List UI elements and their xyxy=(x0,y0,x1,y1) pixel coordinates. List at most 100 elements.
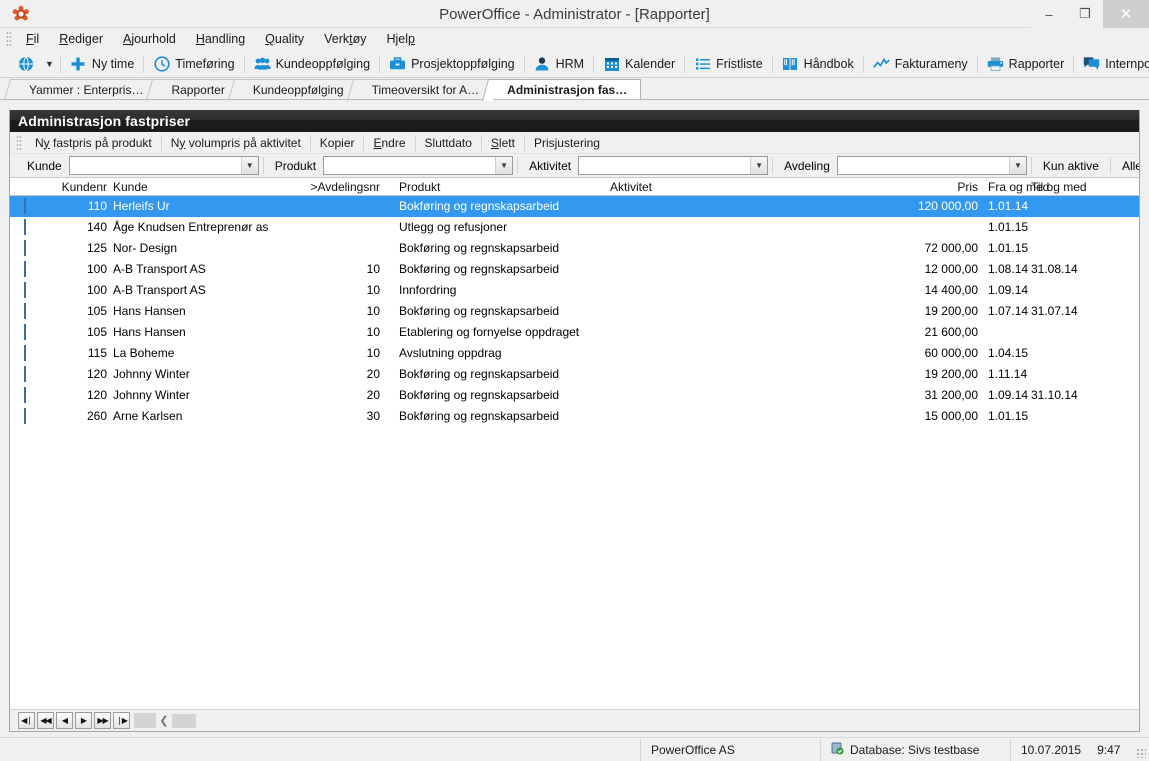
minimize-button[interactable]: – xyxy=(1031,0,1067,28)
filter-value-kunde[interactable] xyxy=(70,157,241,174)
chevron-down-icon[interactable]: ▼ xyxy=(495,157,513,174)
menu-handling[interactable]: Handling xyxy=(186,30,255,48)
horizontal-scroll-thumb[interactable] xyxy=(172,713,196,728)
filter-value-avdeling[interactable] xyxy=(838,157,1009,174)
menu-rediger[interactable]: Rediger xyxy=(49,30,113,48)
toolbar-separator xyxy=(684,54,686,73)
first-record-button[interactable]: ◀❘ xyxy=(18,712,35,729)
toolbar-button-hrm[interactable]: HRM xyxy=(527,52,591,76)
filter-value-produkt[interactable] xyxy=(324,157,495,174)
filter-combo-aktivitet[interactable]: ▼ xyxy=(578,156,769,175)
resize-grip-icon[interactable] xyxy=(1136,748,1146,758)
cell-avdelingsnr: 30 xyxy=(366,409,380,423)
table-row[interactable]: 115 La Boheme 10 Avslutning oppdrag 60 000,0… xyxy=(10,343,1139,364)
cell-kundenr: 140 xyxy=(86,220,107,234)
close-button[interactable]: ✕ xyxy=(1103,0,1149,28)
action-ny-fastpris-p-produkt[interactable]: Ny fastpris på produkt xyxy=(26,134,161,152)
segment-alle[interactable]: Alle xyxy=(1115,157,1139,175)
table-row[interactable]: 120 Johnny Winter 20 Bokføring og regnskaps… xyxy=(10,364,1139,385)
cell-produkt: Avslutning oppdrag xyxy=(399,346,502,360)
action-ny-volumpris-p-aktivitet[interactable]: Ny volumpris på aktivitet xyxy=(162,134,310,152)
table-row[interactable]: 105 Hans Hansen 10 Etablering og fornyelse … xyxy=(10,322,1139,343)
toolbar-button-globe[interactable] xyxy=(10,52,41,76)
column-header-kundenr[interactable]: Kundenr xyxy=(10,180,107,194)
filter-value-aktivitet[interactable] xyxy=(579,157,750,174)
cell-avdelingsnr: 20 xyxy=(366,367,380,381)
tab-label: Rapporter xyxy=(171,82,225,97)
toolbar-button-fristliste[interactable]: Fristliste xyxy=(687,52,770,76)
tab-administrasjon-fas[interactable]: Administrasjon fas… xyxy=(492,79,642,99)
toolbar-button-fakturameny[interactable]: Fakturameny xyxy=(866,52,975,76)
toolbar-button-kalender[interactable]: Kalender xyxy=(596,52,682,76)
chevron-down-icon[interactable]: ▼ xyxy=(240,157,258,174)
tab-yammer-enterpris[interactable]: Yammer : Enterpris… xyxy=(14,79,158,99)
globe-icon xyxy=(17,55,34,72)
column-header-kunde[interactable]: Kunde xyxy=(113,180,148,194)
menu-hjelp[interactable]: Hjelp xyxy=(376,30,425,48)
toolbar-button-label: Ny time xyxy=(91,56,135,71)
cell-kunde: Arne Karlsen xyxy=(113,409,183,423)
last-record-button[interactable]: ❘▶ xyxy=(113,712,130,729)
next-record-button[interactable]: ▶ xyxy=(75,712,92,729)
column-header-avdelingsnr[interactable]: >Avdelingsnr xyxy=(300,180,381,194)
tab-rapporter[interactable]: Rapporter xyxy=(156,79,239,99)
tab-timeoversikt-for-a[interactable]: Timeoversikt for A… xyxy=(356,79,494,99)
table-row[interactable]: 100 A-B Transport AS 10 Bokføring og regnsk… xyxy=(10,259,1139,280)
table-row[interactable]: 105 Hans Hansen 10 Bokføring og regnskapsar… xyxy=(10,301,1139,322)
menu-ajourhold[interactable]: Ajourhold xyxy=(113,30,186,48)
menu-fil[interactable]: Fil xyxy=(16,30,49,48)
filter-combo-produkt[interactable]: ▼ xyxy=(323,156,514,175)
application-window: PowerOffice - Administrator - [Rapporter… xyxy=(0,0,1149,761)
action-toolbar: Ny fastpris på produkt Ny volumpris på ak… xyxy=(10,132,1139,154)
cell-kundenr: 105 xyxy=(86,304,107,318)
toolbar-button-kundeoppf-lging[interactable]: Kundeoppfølging xyxy=(247,52,378,76)
table-row[interactable]: 100 A-B Transport AS 10 Innfordring 14 400,0… xyxy=(10,280,1139,301)
table-row[interactable]: 125 Nor- Design Bokføring og regnskapsarbe… xyxy=(10,238,1139,259)
action-kopier[interactable]: Kopier xyxy=(311,134,364,152)
toolbar-button-label: Prosjektoppfølging xyxy=(411,56,515,71)
toolbar-button-h-ndbok[interactable]: Håndbok xyxy=(775,52,861,76)
cell-avdelingsnr: 10 xyxy=(366,262,380,276)
toolbar-separator xyxy=(523,54,525,73)
maximize-button[interactable]: ❐ xyxy=(1067,0,1103,28)
toolbar-button-internpost[interactable]: Internpost xyxy=(1076,52,1149,76)
toolbar-button-timef-ring[interactable]: Timeføring xyxy=(146,52,241,76)
cell-kunde: La Boheme xyxy=(113,346,175,360)
segment-kun-aktive[interactable]: Kun aktive xyxy=(1036,157,1106,175)
toolbar-button-rapporter[interactable]: Rapporter xyxy=(980,52,1072,76)
toolbar-dropdown-caret-icon[interactable]: ▼ xyxy=(41,57,58,71)
toolbar-button-prosjektoppf-lging[interactable]: Prosjektoppfølging xyxy=(382,52,522,76)
toolbar-button-ny-time[interactable]: Ny time xyxy=(63,52,141,76)
table-row[interactable]: 120 Johnny Winter 20 Bokføring og regnskaps… xyxy=(10,385,1139,406)
menu-verkt-y[interactable]: Verktøy xyxy=(314,30,376,48)
action-prisjustering[interactable]: Prisjustering xyxy=(525,134,609,152)
person-icon xyxy=(534,55,551,72)
column-header-aktivitet[interactable]: Aktivitet xyxy=(610,180,652,194)
table-row[interactable]: 140 Åge Knudsen Entreprenør as Utlegg og r… xyxy=(10,217,1139,238)
action-endre[interactable]: Endre xyxy=(364,134,414,152)
tab-kundeoppf-lging[interactable]: Kundeoppfølging xyxy=(237,79,358,99)
status-company-label: PowerOffice AS xyxy=(651,742,735,757)
action-sluttdato[interactable]: Sluttdato xyxy=(416,134,481,152)
chevron-down-icon[interactable]: ▼ xyxy=(750,157,768,174)
menu-quality[interactable]: Quality xyxy=(255,30,314,48)
next-page-button[interactable]: ▶▶ xyxy=(94,712,111,729)
prior-record-button[interactable]: ◀ xyxy=(56,712,73,729)
column-header-produkt[interactable]: Produkt xyxy=(399,180,440,194)
filter-label-produkt: Produkt xyxy=(274,158,317,173)
cell-kunde: Nor- Design xyxy=(113,241,178,255)
column-header-til-og-med[interactable]: Til og med xyxy=(1031,180,1087,194)
chevron-down-icon[interactable]: ▼ xyxy=(1008,157,1026,174)
column-header-pris[interactable]: Pris xyxy=(810,180,978,194)
action-slett[interactable]: Slett xyxy=(482,134,524,152)
cell-kunde: A-B Transport AS xyxy=(113,283,206,297)
prior-page-button[interactable]: ◀◀ xyxy=(37,712,54,729)
table-row[interactable]: 110 Herleifs Ur Bokføring og regnskapsarbe… xyxy=(10,196,1139,217)
grid-body[interactable]: 110 Herleifs Ur Bokføring og regnskapsarbe… xyxy=(10,196,1139,709)
scroll-left-icon[interactable]: ❮ xyxy=(156,714,172,727)
table-row[interactable]: 260 Arne Karlsen 30 Bokføring og regnskapsa… xyxy=(10,406,1139,427)
filter-combo-avdeling[interactable]: ▼ xyxy=(836,156,1027,175)
filter-bar: Kunde ▼ Produkt ▼ Aktivitet ▼ Avdeling ▼ Kun akt… xyxy=(10,154,1139,178)
filter-combo-kunde[interactable]: ▼ xyxy=(68,156,259,175)
cell-pris: 60 000,00 xyxy=(924,346,978,360)
